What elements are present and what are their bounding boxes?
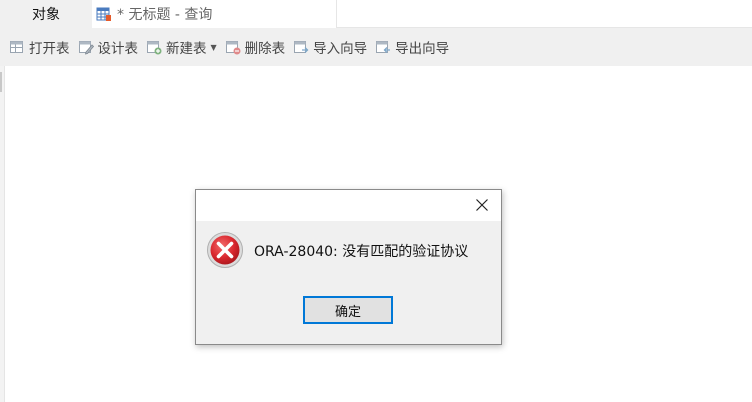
- design-table-button[interactable]: 设计表: [78, 36, 139, 58]
- tab-query-label: * 无标题 - 查询: [117, 7, 213, 23]
- tab-bar: 对象 * 无标题 - 查询: [0, 0, 752, 28]
- error-message: ORA-28040: 没有匹配的验证协议: [254, 244, 469, 260]
- new-table-icon: [147, 41, 162, 55]
- delete-table-button[interactable]: 删除表: [225, 36, 286, 58]
- new-table-dropdown-icon[interactable]: ▼: [211, 43, 217, 52]
- error-dialog: ORA-28040: 没有匹配的验证协议 确定: [195, 189, 502, 345]
- new-table-label: 新建表: [166, 41, 207, 57]
- tab-objects-label: 对象: [32, 7, 60, 23]
- delete-table-icon: [225, 41, 241, 55]
- splitter-grip: [0, 72, 2, 92]
- import-wizard-icon: [294, 41, 309, 53]
- close-icon: [476, 199, 488, 211]
- dialog-titlebar[interactable]: [196, 190, 501, 221]
- tab-untitled-query[interactable]: * 无标题 - 查询: [92, 0, 337, 28]
- left-splitter[interactable]: [0, 66, 5, 402]
- dialog-body: ORA-28040: 没有匹配的验证协议 确定: [196, 221, 501, 344]
- open-table-label: 打开表: [29, 41, 70, 57]
- import-wizard-label: 导入向导: [313, 41, 368, 57]
- open-table-button[interactable]: 打开表: [9, 36, 70, 58]
- error-icon: [207, 232, 243, 268]
- object-toolbar: 打开表 设计表 新建表 ▼ 删除表 导入向导 导出向导: [0, 28, 752, 66]
- query-table-icon: [96, 7, 111, 21]
- import-wizard-button[interactable]: 导入向导: [293, 36, 367, 58]
- export-wizard-label: 导出向导: [395, 41, 450, 57]
- open-table-icon: [10, 41, 23, 53]
- new-table-button[interactable]: 新建表 ▼: [146, 36, 217, 58]
- navicat-window: 对象 * 无标题 - 查询 打开表 设计表 新建表 ▼ 删除表 导入向导 导出向…: [0, 0, 752, 402]
- export-wizard-button[interactable]: 导出向导: [375, 36, 449, 58]
- export-wizard-icon: [376, 41, 391, 53]
- tab-objects[interactable]: 对象: [0, 0, 92, 28]
- delete-table-label: 删除表: [244, 41, 286, 57]
- ok-button[interactable]: 确定: [303, 296, 393, 324]
- design-table-icon: [78, 41, 94, 55]
- dialog-close-button[interactable]: [473, 196, 491, 214]
- design-table-label: 设计表: [97, 41, 139, 57]
